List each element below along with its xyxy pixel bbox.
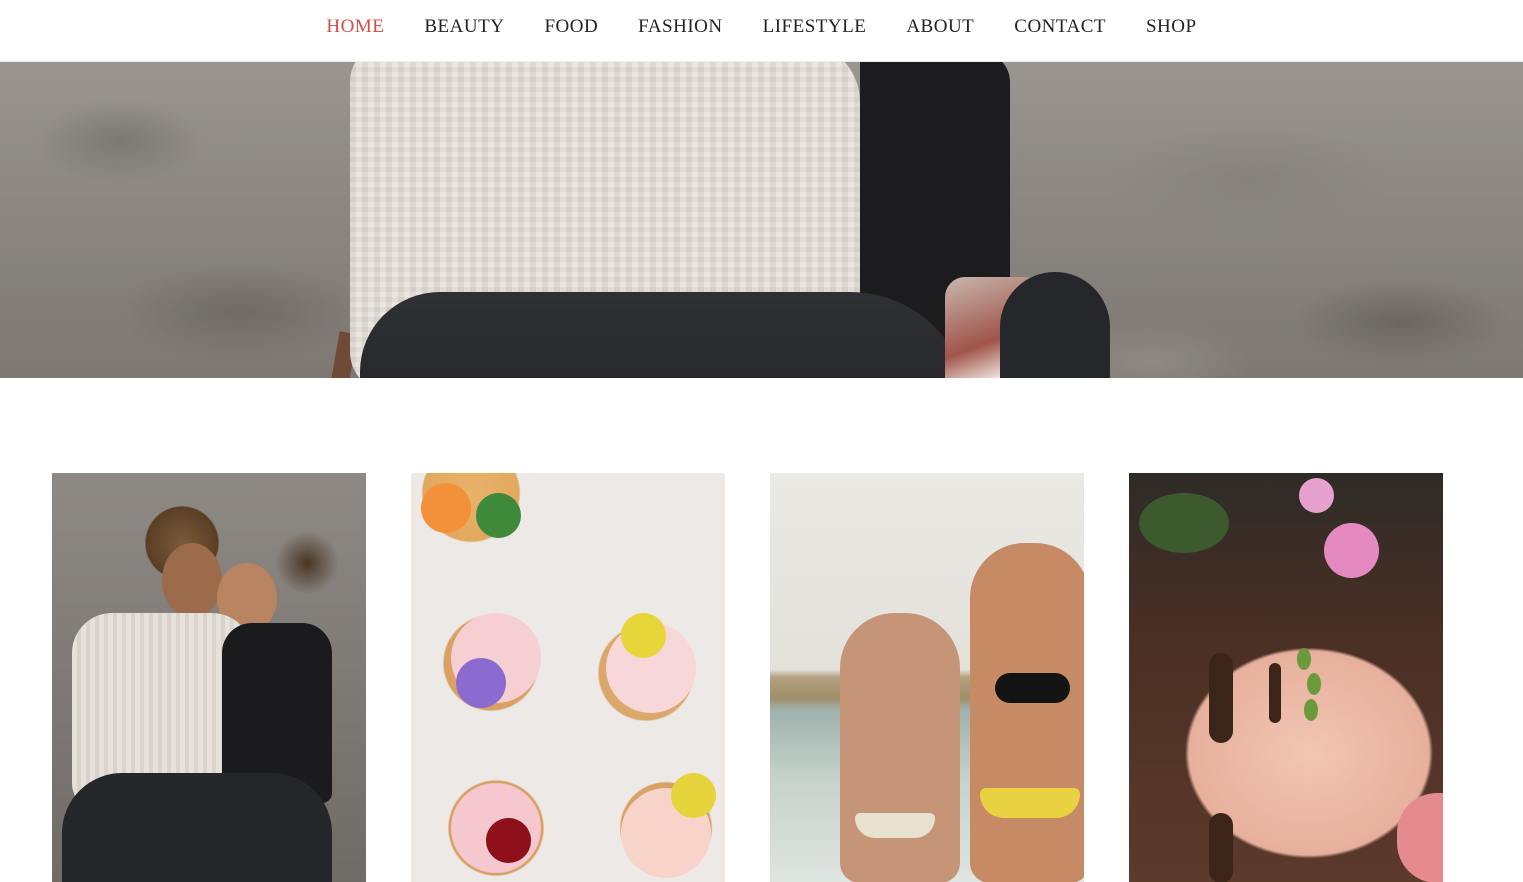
jeans — [62, 773, 332, 882]
top-navigation: HOME BEAUTY FOOD FASHION LIFESTYLE ABOUT… — [0, 0, 1523, 62]
post-card-mother-child[interactable] — [52, 473, 366, 882]
pink-flower — [1324, 523, 1379, 578]
nav-item-beauty[interactable]: BEAUTY — [424, 17, 504, 44]
jeans-knee — [1000, 272, 1110, 378]
post-card-beauty-face[interactable] — [1129, 473, 1443, 882]
yellow-flower — [671, 773, 716, 818]
nav-item-home[interactable]: HOME — [326, 17, 384, 44]
orange-fruit — [421, 483, 471, 533]
greenery — [1139, 493, 1229, 553]
purple-flower — [456, 658, 506, 708]
lips — [1397, 793, 1443, 882]
woman-head — [162, 543, 222, 618]
pink-flower — [1299, 478, 1334, 513]
nav-item-contact[interactable]: CONTACT — [1014, 17, 1106, 44]
left-eyebrow — [1209, 653, 1233, 743]
post-card-beach[interactable] — [770, 473, 1084, 882]
green-leaf — [476, 493, 521, 538]
woman-left — [840, 613, 960, 882]
black-bikini-top — [995, 673, 1070, 703]
nav-item-food[interactable]: FOOD — [544, 17, 598, 44]
woman-right — [970, 543, 1084, 882]
post-card-donuts[interactable] — [411, 473, 725, 882]
green-leaf — [1304, 699, 1318, 721]
yellow-bikini-bottom — [980, 788, 1080, 818]
closed-eye — [1269, 663, 1281, 723]
nav-item-about[interactable]: ABOUT — [906, 17, 974, 44]
jeans — [360, 292, 970, 378]
nav-item-shop[interactable]: SHOP — [1146, 17, 1197, 44]
yellow-flower — [621, 613, 666, 658]
green-leaf — [1307, 673, 1321, 695]
white-bikini-bottom — [855, 813, 935, 838]
right-eyebrow — [1209, 813, 1233, 882]
nav-item-lifestyle[interactable]: LIFESTYLE — [763, 17, 867, 44]
hero-banner-image — [0, 62, 1523, 378]
green-leaf — [1297, 648, 1311, 670]
cherry — [486, 818, 531, 863]
nav-item-fashion[interactable]: FASHION — [638, 17, 722, 44]
